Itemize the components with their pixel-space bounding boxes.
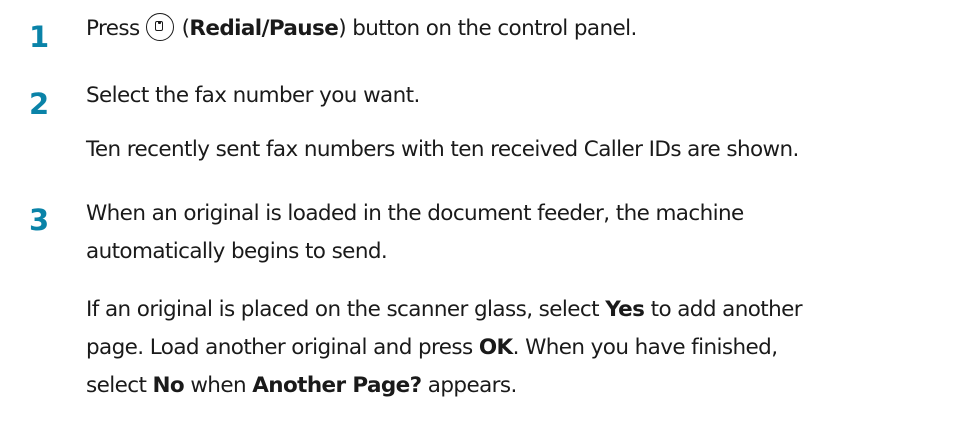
glass-note-line-3: select No when Another Page? appears.	[86, 367, 966, 405]
glass-note-line-2: page. Load another original and press OK…	[86, 329, 966, 367]
step-number: 3	[29, 203, 50, 237]
step-3-instruction-line-1: When an original is loaded in the docume…	[86, 201, 744, 226]
step-2-note: Ten recently sent fax numbers with ten r…	[86, 137, 799, 162]
ok-label: OK	[478, 335, 513, 360]
step-number: 1	[29, 20, 50, 54]
step-1-rest: button on the control panel.	[346, 16, 637, 41]
another-page-prompt: Another Page?	[252, 373, 422, 398]
glass-line-3-mid: when	[184, 373, 253, 398]
no-label: No	[152, 373, 185, 398]
close-paren: )	[338, 16, 346, 41]
step-3-glass-note: If an original is placed on the scanner …	[86, 291, 966, 405]
glass-line-3-text: select	[86, 373, 153, 398]
glass-line-2-end: . When you have finished,	[512, 335, 778, 360]
step-3-instruction-line-2: automatically begins to send.	[86, 239, 388, 264]
redial-pause-label: Redial/Pause	[189, 16, 339, 41]
glass-line-2-text: page. Load another original and press	[86, 335, 479, 360]
glass-line-1-end: to add another	[644, 297, 803, 322]
step-number: 2	[29, 87, 50, 121]
glass-note-line-1: If an original is placed on the scanner …	[86, 291, 966, 329]
step-2-instruction: Select the fax number you want.	[86, 83, 420, 108]
step-1-instruction: Press (Redial/Pause) button on the contro…	[86, 10, 966, 48]
step-3-instruction: When an original is loaded in the docume…	[86, 195, 966, 271]
press-text: Press	[86, 16, 140, 41]
glass-line-3-end: appears.	[421, 373, 518, 398]
yes-label: Yes	[605, 297, 645, 322]
redial-pause-icon	[145, 13, 174, 41]
glass-line-1-text: If an original is placed on the scanner …	[86, 297, 606, 322]
